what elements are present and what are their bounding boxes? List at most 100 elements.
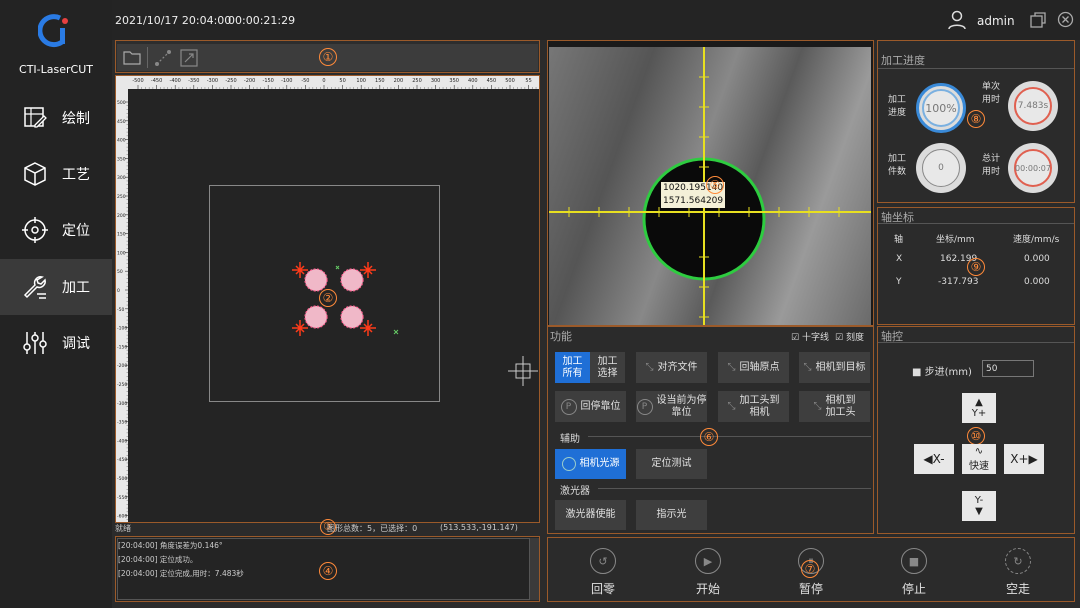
- btn-line: 相机到: [825, 394, 856, 406]
- user-icon[interactable]: [947, 10, 967, 30]
- nav-machining[interactable]: 加工: [0, 259, 112, 315]
- count-value: 0: [922, 149, 960, 187]
- ruler-label: -300: [117, 401, 127, 407]
- drawing-canvas[interactable]: -500 -450 -400 -350 -300 -250 -200 -150 -100 -50 0…: [115, 75, 540, 523]
- total-time-label: 总计 用时: [982, 153, 1000, 179]
- park-set-icon: P: [636, 398, 653, 415]
- marker-10: ⑩: [967, 427, 985, 445]
- start-label: 开始: [695, 582, 720, 596]
- stop-button[interactable]: ■ 停止: [901, 548, 927, 597]
- position-test-button[interactable]: 定位测试: [636, 449, 707, 479]
- home-icon: ↺: [590, 548, 616, 574]
- log-list: [20:04:00] 角度误差为0.146° [20:04:00] 定位成功。 …: [118, 539, 244, 581]
- progress-title: 加工进度: [881, 54, 925, 67]
- x-plus-button[interactable]: X+ ▶: [1004, 444, 1044, 474]
- count-gauge: 0: [916, 143, 966, 193]
- marker-1: ①: [319, 48, 337, 66]
- align-file-button[interactable]: ⤡ 对齐文件: [636, 352, 707, 383]
- process-all-button[interactable]: 加工 所有: [555, 352, 590, 383]
- nav-debug[interactable]: 调试: [0, 315, 112, 371]
- btn-label: 对齐文件: [657, 361, 698, 373]
- start-button[interactable]: ▶ 开始: [695, 548, 721, 597]
- nav-draw[interactable]: 绘制: [0, 90, 112, 146]
- set-park-button[interactable]: P 设当前为停 靠位: [636, 391, 707, 422]
- camera-light-button[interactable]: 相机光源: [555, 449, 626, 479]
- camera-panel: 1020.195140 1571.564209 ⑤: [547, 40, 874, 326]
- window-restore-icon[interactable]: [1030, 12, 1046, 28]
- marker-4: ④: [319, 562, 337, 580]
- ruler-label: 300: [117, 175, 126, 181]
- marker-9: ⑨: [967, 258, 985, 276]
- nav-process[interactable]: 工艺: [0, 146, 112, 202]
- step-input[interactable]: [982, 360, 1034, 377]
- ruler-label: -450: [151, 78, 162, 84]
- step-checkbox[interactable]: ■ 步进(mm): [912, 363, 972, 378]
- btn-line: 相机: [749, 406, 770, 418]
- speed-header: 速度/mm/s: [1013, 235, 1060, 245]
- shape-circle: [340, 268, 364, 292]
- camera-view[interactable]: 1020.195140 1571.564209 ⑤: [549, 47, 871, 325]
- scale-toggle[interactable]: ☑ 刻度: [835, 330, 864, 343]
- ruler-label: 300: [431, 78, 441, 84]
- btn-label: 相机到目标: [815, 361, 866, 373]
- ruler-label: -200: [244, 78, 255, 84]
- marker-8: ⑧: [967, 110, 985, 128]
- park-icon: P: [560, 398, 577, 415]
- home-label: 回零: [590, 582, 615, 596]
- ruler-label: 100: [117, 250, 126, 256]
- ruler-label: 100: [356, 78, 366, 84]
- log-line: [20:04:00] 定位完成,用时：7.483秒: [118, 569, 244, 578]
- label-line: 加工: [888, 95, 907, 105]
- shapes-group[interactable]: [286, 252, 406, 342]
- crosshair-toggle[interactable]: ☑ 十字线: [791, 330, 829, 343]
- status-bar: 就绪 ③ 图形总数：5，已选择：0 (513.533,-191.147): [115, 519, 540, 535]
- axis-home-button[interactable]: ⤡ 回轴原点: [718, 352, 789, 383]
- shape-circle: [304, 305, 328, 329]
- x-minus-button[interactable]: ◀ X-: [914, 444, 954, 474]
- ruler-label: -350: [188, 78, 199, 84]
- ruler-label: -500: [132, 78, 143, 84]
- aux-title: 辅助: [560, 434, 580, 445]
- laser-enable-button[interactable]: 激光器使能: [555, 500, 626, 530]
- cursor-coord: (513.533,-191.147): [440, 523, 518, 532]
- top-bar: 2021/10/17 20:04:00 00:00:21:29 admin: [112, 0, 1080, 40]
- marker-6: ⑥: [700, 428, 718, 446]
- connect-icon[interactable]: [154, 49, 172, 67]
- stop-label: 停止: [901, 582, 926, 596]
- fast-toggle[interactable]: ∿ 快速: [962, 444, 996, 474]
- open-folder-icon[interactable]: [123, 50, 141, 65]
- y-plus-button[interactable]: ▲ Y+: [962, 393, 996, 423]
- dry-run-icon: ↻: [1005, 548, 1031, 574]
- camera-to-target-icon: ⤡: [803, 361, 812, 373]
- log-scrollbar[interactable]: [530, 538, 539, 600]
- btn-label: 激光器使能: [565, 509, 616, 520]
- btn-line: 所有: [562, 367, 583, 379]
- ruler-label: -400: [117, 438, 127, 444]
- return-park-button[interactable]: P 回停靠位: [555, 391, 626, 422]
- nav-position[interactable]: 定位: [0, 202, 112, 258]
- ruler-label: 150: [375, 78, 385, 84]
- progress-panel: 加工进度 加工 进度 100% 单次 用时 7.483s ⑧ 加工 件数 0 总计 用时…: [877, 40, 1075, 203]
- count-label: 加工 件数: [888, 153, 906, 179]
- pointer-light-button[interactable]: 指示光: [636, 500, 707, 530]
- camera-to-head-button[interactable]: ⤡ 相机到 加工头: [799, 391, 870, 422]
- total-time-gauge: 00:00:07: [1008, 143, 1058, 193]
- ruler-label: -100: [281, 78, 292, 84]
- ruler-label: -250: [117, 382, 127, 388]
- close-icon[interactable]: [1057, 11, 1074, 28]
- dry-run-button[interactable]: ↻ 空走: [1005, 548, 1031, 597]
- ruler-label: 350: [117, 156, 126, 162]
- ruler-label: 250: [117, 194, 126, 200]
- y-minus-button[interactable]: Y- ▼: [962, 491, 996, 521]
- arrow-down-icon: ▼: [975, 506, 983, 517]
- axis-home-icon: ⤡: [727, 361, 736, 373]
- home-button[interactable]: ↺ 回零: [590, 548, 616, 597]
- camera-to-target-button[interactable]: ⤡ 相机到目标: [799, 352, 870, 383]
- label-line: 用时: [982, 167, 1001, 177]
- process-selected-button[interactable]: 加工 选择: [590, 352, 625, 383]
- ruler-label: -200: [117, 363, 127, 369]
- axis-x: X: [896, 254, 903, 264]
- fit-view-icon[interactable]: [180, 49, 198, 67]
- head-to-camera-button[interactable]: ⤡ 加工头到 相机: [718, 391, 789, 422]
- step-label: 步进(mm): [924, 367, 972, 378]
